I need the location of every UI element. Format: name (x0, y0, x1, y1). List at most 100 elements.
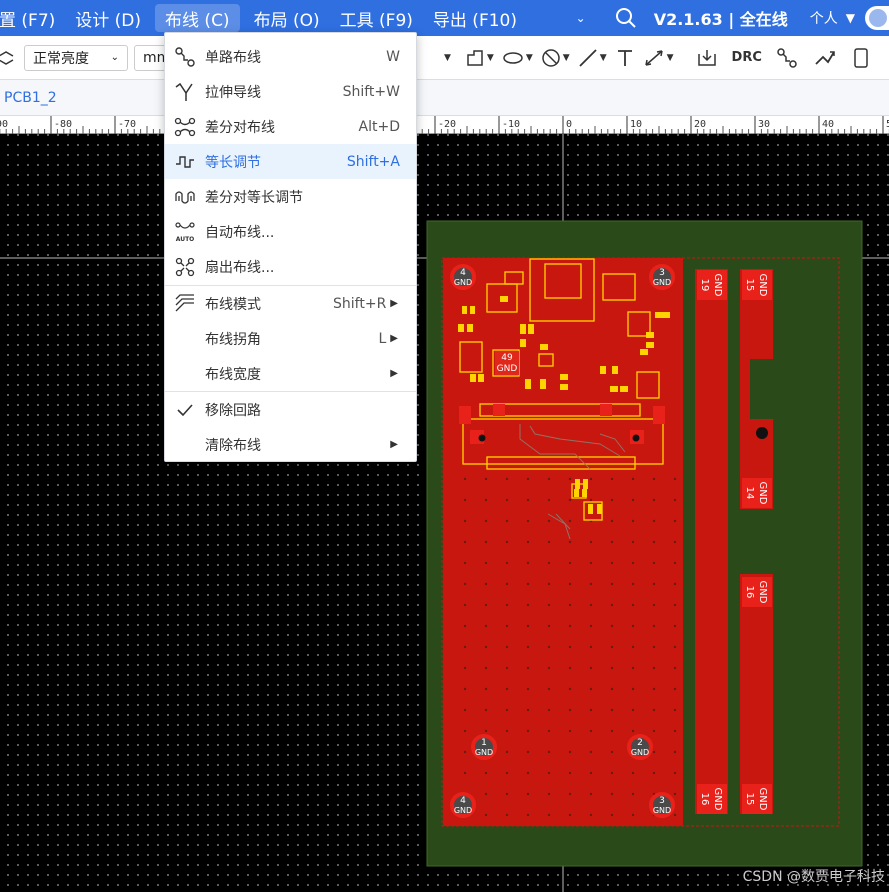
via (610, 687, 614, 691)
connector-strip-right-bottom (740, 574, 773, 814)
mounting-hole[interactable]: 3 GND (649, 792, 675, 818)
connector-pad[interactable]: 14 GND (742, 478, 772, 508)
length-tune-icon (165, 151, 205, 173)
tab-pcb[interactable]: PCB1_2 (0, 80, 61, 116)
via (568, 582, 572, 586)
chevron-down-icon[interactable]: ⌄ (576, 11, 586, 25)
no-connect-tool-button[interactable]: ▼ (537, 43, 574, 73)
via (505, 582, 509, 586)
menu-export[interactable]: 导出 (F10) (423, 0, 527, 36)
pcb-board[interactable]: 49 GND 4 GND 3 GND 1 GND 2 GND 4 GND 3 G… (0, 134, 889, 892)
via (610, 729, 614, 733)
via (673, 561, 677, 565)
menubar: 设置 (F7) 设计 (D) 布线 (C) 布局 (O) 工具 (F9) 导出 … (0, 0, 889, 36)
mounting-hole[interactable]: 2 GND (627, 734, 653, 760)
menu-item-route-corner[interactable]: 布线拐角 L ▶ (165, 321, 416, 356)
connector-pad[interactable]: 16 GND (742, 577, 772, 607)
via (631, 561, 635, 565)
via (463, 540, 467, 544)
caret-down-icon: ▼ (666, 52, 674, 63)
via (505, 624, 509, 628)
menu-layout[interactable]: 布局 (O) (244, 0, 330, 36)
menu-item-single-route[interactable]: 单路布线 W (165, 39, 416, 74)
route-curve-button[interactable] (810, 43, 840, 73)
menu-settings[interactable]: 设置 (F7) (0, 0, 65, 36)
connector-pad[interactable]: 15 GND (742, 270, 772, 300)
menu-item-route-mode[interactable]: 布线模式 Shift+R ▶ (165, 286, 416, 321)
auto-badge: AUTO (176, 236, 195, 243)
hole-net: GND (653, 278, 671, 287)
mounting-hole[interactable]: 4 GND (450, 264, 476, 290)
via (484, 540, 488, 544)
via (547, 771, 551, 775)
via (568, 603, 572, 607)
menu-item-route-width[interactable]: 布线宽度 ▶ (165, 356, 416, 391)
via (526, 498, 530, 502)
menu-item-autoroute[interactable]: AUTO 自动布线... (165, 214, 416, 249)
menu-item-stretch-track[interactable]: 拉伸导线 Shift+W (165, 74, 416, 109)
dimension-tool-button[interactable]: ▼ (639, 43, 678, 73)
drc-button[interactable]: DRC (728, 43, 766, 73)
menu-item-remove-loops[interactable]: 移除回路 (165, 392, 416, 427)
menu-item-fanout[interactable]: 扇出布线... (165, 249, 416, 284)
via (526, 666, 530, 670)
menu-design[interactable]: 设计 (D) (65, 0, 151, 36)
toolbar: 正常亮度 ⌄ mm ▼ ▼ ▼ ▼ ▼ ▼ DRC (0, 36, 889, 80)
polygon-tool-button[interactable]: ▼ (461, 43, 498, 73)
connector-pad[interactable]: 15 GND (742, 784, 772, 814)
mounting-hole[interactable]: 3 GND (649, 264, 675, 290)
via (631, 729, 635, 733)
brightness-select[interactable]: 正常亮度 ⌄ (24, 44, 128, 71)
import-changes-button[interactable] (692, 43, 722, 73)
via (526, 540, 530, 544)
line-tool-button[interactable]: ▼ (574, 43, 611, 73)
menu-item-diff-pair[interactable]: 差分对布线 Alt+D (165, 109, 416, 144)
via (589, 666, 593, 670)
via (589, 624, 593, 628)
layer-icon[interactable] (0, 50, 18, 65)
brightness-value: 正常亮度 (33, 50, 89, 67)
menu-item-clear-routes[interactable]: 清除布线 ▶ (165, 427, 416, 462)
via (589, 750, 593, 754)
via (463, 519, 467, 523)
mounting-hole[interactable]: 1 GND (471, 734, 497, 760)
via (484, 582, 488, 586)
route-track-button[interactable] (772, 43, 802, 73)
connector-pad[interactable]: 16 GND (697, 784, 727, 814)
ellipse-tool-button[interactable]: ▼ (498, 43, 537, 73)
menu-routing[interactable]: 布线 (C) (155, 4, 240, 32)
via (484, 519, 488, 523)
via (484, 603, 488, 607)
drc-label: DRC (731, 50, 762, 65)
via (673, 771, 677, 775)
text-tool-button[interactable] (611, 43, 639, 73)
via (610, 561, 614, 565)
pcb-canvas[interactable]: 49 GND 4 GND 3 GND 1 GND 2 GND 4 GND 3 G… (0, 134, 889, 892)
more-tools-button[interactable] (848, 43, 874, 73)
connector-net: GND (757, 274, 768, 297)
mounting-hole[interactable]: 4 GND (450, 792, 476, 818)
menu-tools[interactable]: 工具 (F9) (330, 0, 423, 36)
ruler-label: 20 (694, 119, 706, 130)
via (547, 519, 551, 523)
connector-pad[interactable]: 19 GND (697, 270, 727, 300)
caret-down-icon[interactable]: ▼ (444, 53, 451, 63)
via (568, 561, 572, 565)
search-icon[interactable] (608, 7, 644, 29)
via (631, 624, 635, 628)
user-avatar-toggle[interactable] (865, 6, 889, 30)
via (505, 519, 509, 523)
user-caret-icon[interactable]: ▼ (846, 11, 855, 25)
via (463, 498, 467, 502)
via (484, 498, 488, 502)
menu-item-diff-length-tune[interactable]: 差分对等长调节 (165, 179, 416, 214)
via (526, 750, 530, 754)
user-label[interactable]: 个人 (810, 8, 838, 28)
hole-net: GND (475, 748, 493, 757)
via (610, 708, 614, 712)
via (673, 813, 677, 817)
via (484, 687, 488, 691)
via (631, 645, 635, 649)
menu-item-length-tune[interactable]: 等长调节 Shift+A (165, 144, 416, 179)
menu-item-label: 布线模式 (205, 296, 261, 313)
